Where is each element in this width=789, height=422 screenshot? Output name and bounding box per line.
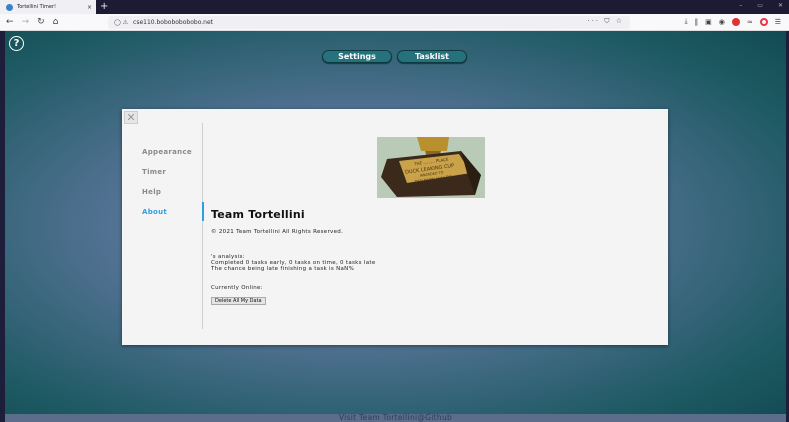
wifi-icon[interactable]: ≈ [747,18,753,26]
addon-ring-icon[interactable] [759,17,768,26]
settings-modal: ✕ Appearance Timer Help About THE ......… [122,109,668,345]
help-button[interactable]: ? [9,36,24,51]
library-icon[interactable]: ‖ [695,18,699,26]
addon-red-icon[interactable] [731,17,740,26]
site-info-icon[interactable]: ◯ ⚠ [114,19,128,26]
trophy-image: THE ......... PLACE DUCK LEAKING CUP AWA… [377,137,485,198]
browser-tab-bar: Tortellini Timer! × + – ▭ ✕ [0,0,789,14]
browser-nav-bar: ← → ↻ ⌂ ◯ ⚠ cse110.bobobobobobo.net ··· … [0,14,789,31]
tasklist-button[interactable]: Tasklist [397,50,467,63]
copyright-text: © 2021 Team Tortellini All Rights Reserv… [211,229,344,235]
url-text[interactable]: cse110.bobobobobobo.net [133,19,213,26]
app-page: ? Settings Tasklist ✕ Appearance Timer H… [5,31,786,422]
delete-data-button[interactable]: Delete All My Data [211,297,266,305]
account-icon[interactable]: ◉ [719,18,725,26]
page-actions-icon[interactable]: ··· ⛉ ☆ [587,17,624,26]
tab-about[interactable]: About [142,208,167,216]
timer-favicon-icon [6,3,13,11]
close-window-icon[interactable]: ✕ [778,2,783,9]
home-icon[interactable]: ⌂ [53,17,59,27]
about-title: Team Tortellini [211,208,305,221]
sidebar-icon[interactable]: ▣ [705,18,712,26]
tab-close-icon[interactable]: × [87,4,92,11]
browser-toolbar: ⤓ ‖ ▣ ◉ ≈ ☰ [685,17,781,26]
download-icon[interactable]: ⤓ [685,17,688,26]
active-tab-indicator [202,202,204,221]
tab-appearance[interactable]: Appearance [142,148,192,156]
online-label: Currently Online: [211,285,263,291]
github-footer-link[interactable]: Visit Team Tortellini@Github [5,414,786,422]
window-controls: – ▭ ✕ [739,2,783,9]
forward-icon[interactable]: → [22,17,30,27]
minimize-icon[interactable]: – [739,2,742,9]
new-tab-button[interactable]: + [100,1,108,13]
menu-icon[interactable]: ☰ [775,18,781,26]
tab-help[interactable]: Help [142,188,161,196]
maximize-icon[interactable]: ▭ [757,2,763,9]
settings-side-nav: Appearance Timer Help About [122,109,204,345]
settings-button[interactable]: Settings [322,50,392,63]
tab-title: Tortellini Timer! [17,4,56,10]
browser-tab[interactable]: Tortellini Timer! × [0,0,96,14]
trophy-illustration: THE ......... PLACE DUCK LEAKING CUP AWA… [377,137,485,198]
analysis-line-2: The chance being late finishing a task i… [211,266,355,272]
back-icon[interactable]: ← [6,17,14,27]
reload-icon[interactable]: ↻ [37,17,45,27]
tab-timer[interactable]: Timer [142,168,166,176]
url-bar[interactable]: ◯ ⚠ cse110.bobobobobobo.net ··· ⛉ ☆ [108,16,630,29]
nav-divider [202,123,203,329]
nav-buttons: ← → ↻ ⌂ [6,17,58,27]
